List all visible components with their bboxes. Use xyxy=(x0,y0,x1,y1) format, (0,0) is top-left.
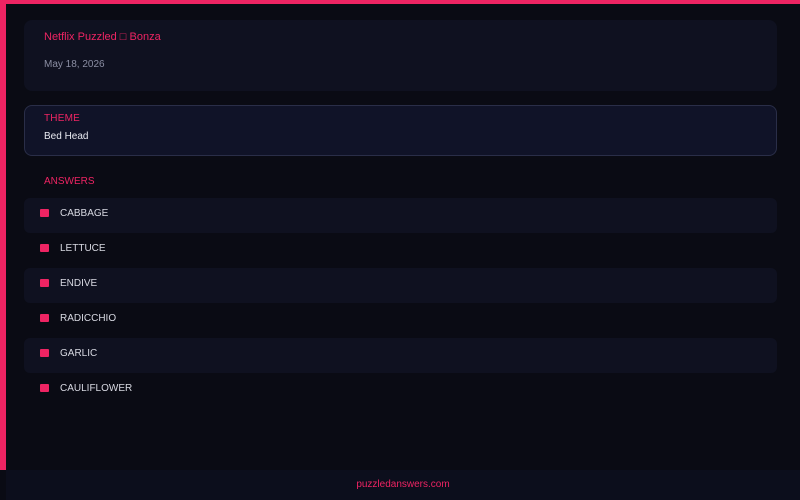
header-card: Netflix Puzzled □ Bonza May 18, 2026 xyxy=(24,20,777,91)
answer-text: RADICCHIO xyxy=(60,313,117,324)
page-title: Netflix Puzzled □ Bonza xyxy=(44,31,161,43)
answer-item: GARLIC xyxy=(24,338,777,373)
bullet-square-icon xyxy=(40,349,49,357)
footer-site-link[interactable]: puzzledanswers.com xyxy=(356,478,449,492)
theme-label: THEME xyxy=(44,113,80,124)
bullet-square-icon xyxy=(40,314,49,322)
theme-value: Bed Head xyxy=(44,131,89,142)
bullet-square-icon xyxy=(40,209,49,217)
bullet-square-icon xyxy=(40,279,49,287)
puzzle-date: May 18, 2026 xyxy=(44,59,105,70)
answer-text: CABBAGE xyxy=(60,208,109,219)
answer-text: CAULIFLOWER xyxy=(60,383,133,394)
bullet-square-icon xyxy=(40,384,49,392)
answer-item: RADICCHIO xyxy=(24,303,777,338)
answers-list: CABBAGE LETTUCE ENDIVE RADICCHIO GARLIC … xyxy=(24,198,777,408)
page: Netflix Puzzled □ Bonza May 18, 2026 THE… xyxy=(0,0,800,500)
answers-heading: ANSWERS xyxy=(44,176,95,187)
bullet-square-icon xyxy=(40,244,49,252)
top-accent-bar xyxy=(0,0,800,4)
answer-item: CABBAGE xyxy=(24,198,777,233)
answer-item: LETTUCE xyxy=(24,233,777,268)
answer-item: ENDIVE xyxy=(24,268,777,303)
answer-text: ENDIVE xyxy=(60,278,98,289)
theme-card: THEME Bed Head xyxy=(24,105,777,156)
footer: puzzledanswers.com xyxy=(6,470,800,500)
answer-item: CAULIFLOWER xyxy=(24,373,777,408)
answer-text: GARLIC xyxy=(60,348,98,359)
left-accent-bar xyxy=(0,0,6,470)
answer-text: LETTUCE xyxy=(60,243,106,254)
